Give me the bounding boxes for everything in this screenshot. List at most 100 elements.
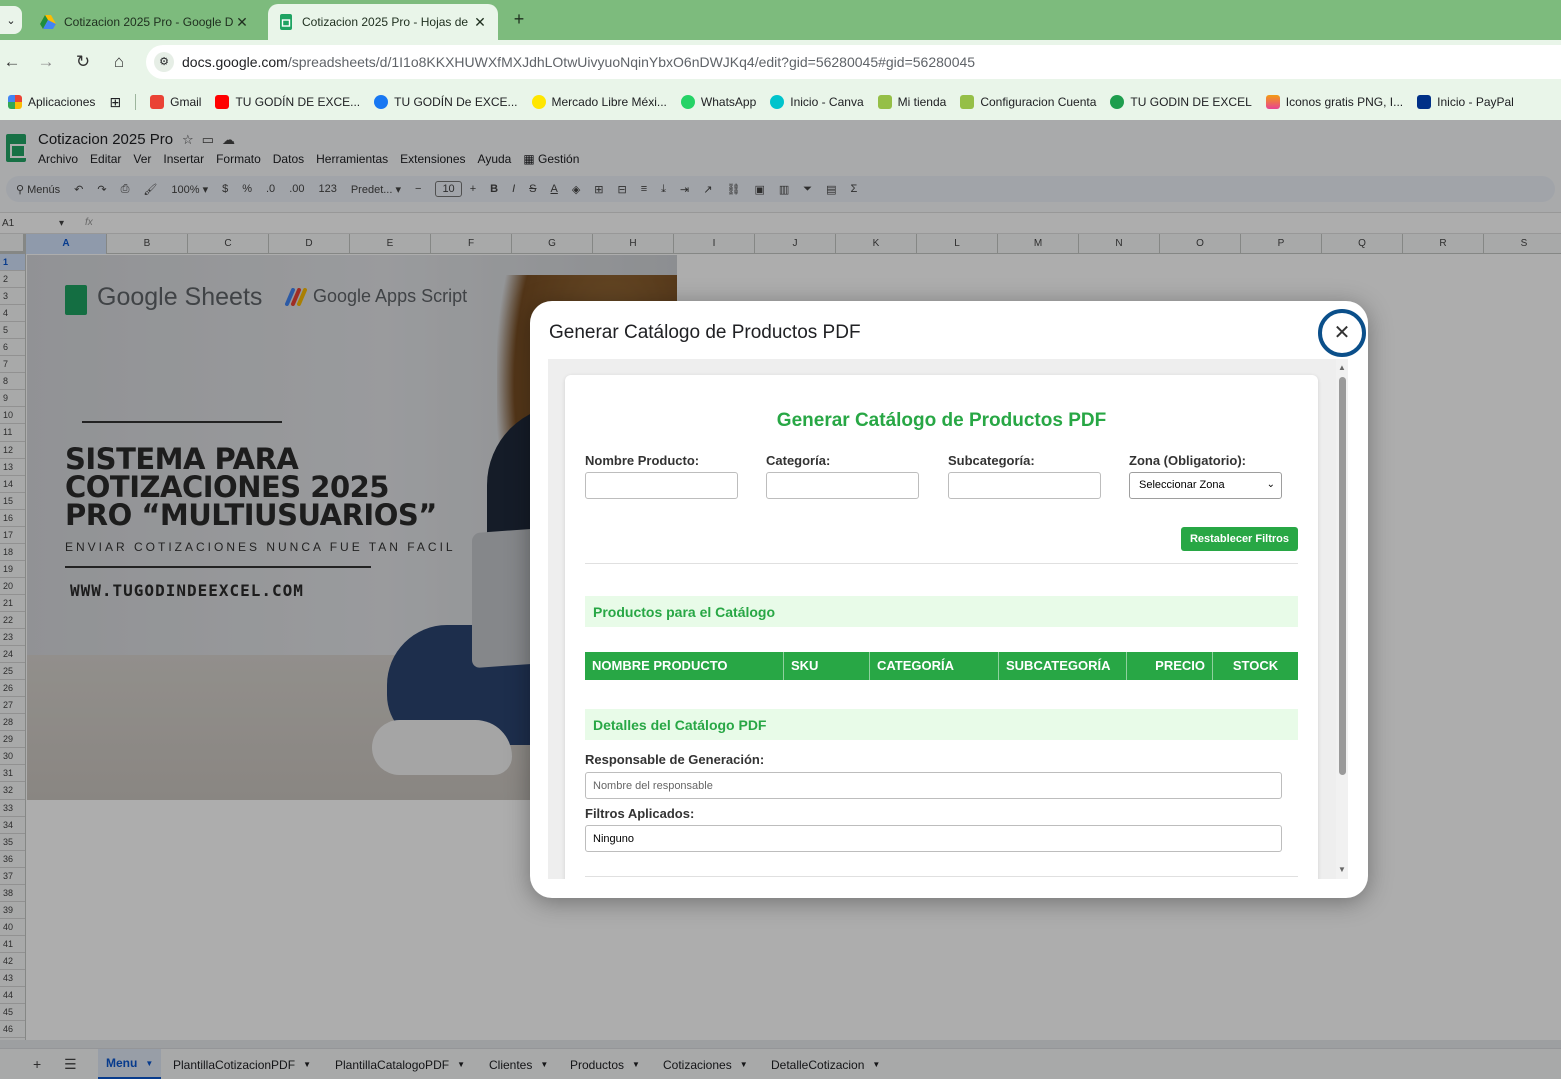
- col-categoria[interactable]: CATEGORÍA: [870, 652, 999, 680]
- filter-categoria: Categoría:: [766, 453, 919, 499]
- col-precio[interactable]: PRECIO: [1127, 652, 1213, 680]
- whatsapp-icon: [680, 95, 695, 109]
- bookmark-iconos[interactable]: Iconos gratis PNG, I...: [1265, 95, 1404, 109]
- facebook-icon: [374, 95, 389, 109]
- bookmark-label: TU GODÍN DE EXCE...: [235, 95, 361, 109]
- dialog-title: Generar Catálogo de Productos PDF: [549, 322, 861, 343]
- site-settings-icon[interactable]: ⚙: [154, 52, 174, 72]
- filter-subcategoria-label: Subcategoría:: [948, 453, 1035, 468]
- dialog-content-frame: Generar Catálogo de Productos PDF Nombre…: [548, 359, 1348, 879]
- scroll-down-icon[interactable]: ▼: [1338, 865, 1346, 874]
- close-tab-icon[interactable]: ✕: [234, 14, 250, 31]
- col-stock[interactable]: STOCK: [1213, 652, 1298, 680]
- browser-tab-sheets[interactable]: Cotizacion 2025 Pro - Hojas de ✕: [268, 4, 498, 40]
- back-arrow-icon[interactable]: ←: [0, 50, 24, 74]
- grid-icon: ⊞: [109, 93, 122, 110]
- bookmark-aplicaciones[interactable]: Aplicaciones: [8, 95, 95, 109]
- filter-nombre: Nombre Producto:: [585, 453, 738, 499]
- subcategoria-input[interactable]: [948, 472, 1101, 499]
- browser-tab-bar: ⌄ Cotizacion 2025 Pro - Google D ✕ Cotiz…: [0, 0, 1561, 40]
- home-icon[interactable]: ⌂: [107, 50, 131, 74]
- tab-search-chevron-icon[interactable]: ⌄: [0, 6, 22, 34]
- dialog-vertical-scrollbar[interactable]: ▲ ▼: [1336, 359, 1348, 879]
- gmail-icon: [150, 95, 165, 109]
- bookmark-paypal[interactable]: Inicio - PayPal: [1417, 95, 1514, 109]
- bookmark-gmail[interactable]: Gmail: [150, 95, 201, 109]
- tab-label: Cotizacion 2025 Pro - Google D: [64, 15, 234, 29]
- filtros-aplicados-input[interactable]: Ninguno: [585, 825, 1282, 852]
- responsable-label: Responsable de Generación:: [585, 752, 765, 767]
- url-domain: docs.google.com: [182, 54, 288, 70]
- bookmark-label: WhatsApp: [700, 95, 757, 109]
- bookmark-youtube[interactable]: TU GODÍN DE EXCE...: [215, 95, 360, 109]
- filter-zona: Zona (Obligatorio): Seleccionar Zona ⌄: [1129, 453, 1282, 499]
- categoria-input[interactable]: [766, 472, 919, 499]
- forward-arrow-icon[interactable]: →: [34, 50, 58, 74]
- divider: [585, 563, 1298, 564]
- chevron-down-icon: ⌄: [1266, 479, 1275, 490]
- col-sku[interactable]: SKU: [784, 652, 870, 680]
- mercadolibre-icon: [531, 95, 546, 109]
- address-bar-row: ← → ↻ ⌂ ⚙ docs.google.com/spreadsheets/d…: [0, 40, 1561, 84]
- filter-subcategoria: Subcategoría:: [948, 453, 1101, 499]
- shopify-icon: [960, 95, 975, 109]
- scroll-up-icon[interactable]: ▲: [1338, 363, 1346, 372]
- zona-selected-value: Seleccionar Zona: [1139, 479, 1225, 491]
- filter-nombre-label: Nombre Producto:: [585, 453, 700, 468]
- bookmark-mercadolibre[interactable]: Mercado Libre Méxi...: [531, 95, 667, 109]
- youtube-icon: [215, 95, 230, 109]
- shopify-icon: [877, 95, 892, 109]
- tu-godin-icon: [1110, 95, 1125, 109]
- responsable-input[interactable]: Nombre del responsable: [585, 772, 1282, 799]
- apps-grid-icon: [8, 95, 22, 109]
- divider: [585, 876, 1298, 877]
- zona-select[interactable]: Seleccionar Zona ⌄: [1129, 472, 1282, 499]
- close-tab-icon[interactable]: ✕: [472, 14, 488, 31]
- bookmark-label: TU GODÍN De EXCE...: [394, 95, 518, 109]
- details-section-header: Detalles del Catálogo PDF: [585, 709, 1298, 740]
- bookmark-grid[interactable]: ⊞: [109, 94, 121, 111]
- canva-icon: [770, 95, 785, 109]
- filter-zona-label: Zona (Obligatorio):: [1129, 453, 1246, 468]
- google-drive-icon: [40, 15, 56, 29]
- col-nombre-producto[interactable]: NOMBRE PRODUCTO: [585, 652, 784, 680]
- bookmark-label: TU GODIN DE EXCEL: [1130, 95, 1252, 109]
- products-section-header: Productos para el Catálogo: [585, 596, 1298, 627]
- bookmark-label: Mercado Libre Méxi...: [551, 95, 667, 109]
- url-text[interactable]: docs.google.com/spreadsheets/d/1I1o8KKXH…: [182, 54, 975, 70]
- browser-tab-drive[interactable]: Cotizacion 2025 Pro - Google D ✕: [30, 4, 260, 40]
- reload-icon[interactable]: ↻: [71, 50, 95, 74]
- bookmark-label: Gmail: [170, 95, 202, 109]
- bookmark-label: Inicio - PayPal: [1437, 95, 1514, 109]
- omnibox[interactable]: ⚙ docs.google.com/spreadsheets/d/1I1o8KK…: [146, 45, 1561, 79]
- catalog-form-card: Generar Catálogo de Productos PDF Nombre…: [565, 375, 1318, 879]
- paypal-icon: [1417, 95, 1432, 109]
- bookmark-mi-tienda[interactable]: Mi tienda: [877, 95, 947, 109]
- bookmark-label: Iconos gratis PNG, I...: [1285, 95, 1404, 109]
- filtros-aplicados-label: Filtros Aplicados:: [585, 806, 695, 821]
- col-subcategoria[interactable]: SUBCATEGORÍA: [999, 652, 1127, 680]
- tab-label: Cotizacion 2025 Pro - Hojas de: [302, 15, 469, 29]
- reset-filters-button[interactable]: Restablecer Filtros: [1181, 527, 1298, 551]
- bookmark-canva[interactable]: Inicio - Canva: [770, 95, 864, 109]
- filter-categoria-label: Categoría:: [766, 453, 831, 468]
- bookmark-facebook[interactable]: TU GODÍN De EXCE...: [374, 95, 518, 109]
- bookmark-whatsapp[interactable]: WhatsApp: [680, 95, 757, 109]
- bookmark-label: Mi tienda: [897, 95, 947, 109]
- google-sheets-icon: [280, 14, 292, 30]
- url-path: /spreadsheets/d/1I1o8KKXHUWXfMXJdhLOtwUi…: [287, 54, 976, 70]
- flaticon-icon: [1265, 95, 1280, 109]
- form-title: Generar Catálogo de Productos PDF: [776, 410, 1107, 431]
- bookmark-label: Inicio - Canva: [790, 95, 864, 109]
- scrollbar-thumb[interactable]: [1339, 377, 1346, 775]
- new-tab-button[interactable]: +: [508, 8, 530, 30]
- close-dialog-button[interactable]: ✕: [1318, 309, 1366, 357]
- bookmark-separator: [135, 94, 137, 110]
- bookmark-tu-godin[interactable]: TU GODIN DE EXCEL: [1110, 95, 1252, 109]
- bookmark-configuracion[interactable]: Configuracion Cuenta: [960, 95, 1096, 109]
- bookmark-label: Configuracion Cuenta: [980, 95, 1097, 109]
- bookmarks-bar: Aplicaciones ⊞ Gmail TU GODÍN DE EXCE...…: [0, 84, 1561, 120]
- products-table-header: NOMBRE PRODUCTO SKU CATEGORÍA SUBCATEGOR…: [585, 652, 1298, 680]
- bookmark-label: Aplicaciones: [28, 95, 96, 109]
- nombre-producto-input[interactable]: [585, 472, 738, 499]
